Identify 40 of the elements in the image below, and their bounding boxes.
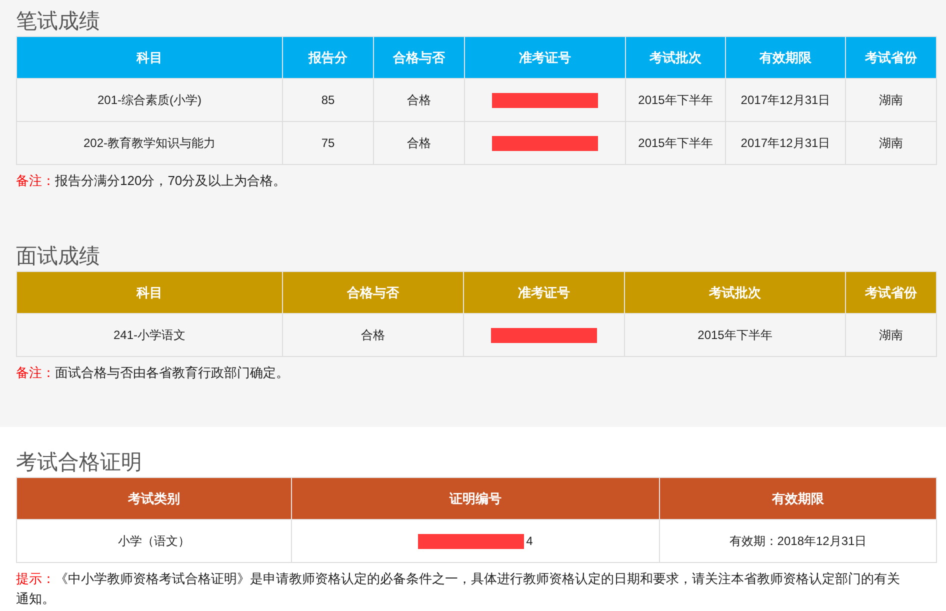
table-cell-text: 2017年12月31日 [740,136,830,150]
column-header: 考试省份 [846,36,936,78]
section-title: 面试成绩 [16,244,101,270]
column-header: 有效期限 [660,478,936,520]
table-cell-text: 85 [321,93,335,107]
table-cell-text: 2015年下半年 [698,328,772,342]
column-header: 考试批次 [626,36,726,78]
note-text: 备注：面试合格与否由各省教育行政部门确定。 [16,364,290,382]
table-cell-text: 合格 [407,136,431,150]
column-header: 考试省份 [846,272,936,314]
column-header: 准考证号 [464,272,624,314]
column-header: 证明编号 [292,478,660,520]
table-cell-text: 202-教育教学知识与能力 [83,136,216,150]
section-title: 考试合格证明 [16,450,143,476]
table-cell-text: 4 [526,533,533,550]
column-header: 科目 [16,272,282,314]
column-header: 报告分 [282,36,374,78]
column-header: 科目 [16,36,282,78]
table-cell-text: 合格 [407,93,431,107]
column-header: 考试批次 [624,272,846,314]
table-cell-text: 2017年12月31日 [740,93,830,107]
table-cell-text: 75 [321,136,335,150]
section-title: 笔试成绩 [16,9,101,35]
table-cell-text: 201-综合素质(小学) [97,93,202,107]
column-header: 考试类别 [16,478,292,520]
table-cell-text: 有效期：2018年12月31日 [729,534,867,548]
table-cell-text: 2015年下半年 [638,136,713,150]
table-cell-text: 2015年下半年 [638,93,713,107]
column-header: 有效期限 [726,36,846,78]
table-cell-text: 湖南 [879,136,903,150]
table-cell-text: 湖南 [879,328,903,342]
note-text: 提示：《中小学教师资格考试合格证明》是申请教师资格认定的必备条件之一，具体进行教师资格认定的日期和要求，请关注本省教师资格认定部门的有关通知。 [16,570,901,608]
table-cell-text: 241-小学语文 [113,328,186,342]
note-text: 备注：报告分满分120分，70分及以上为合格。 [16,172,288,190]
column-header: 合格与否 [282,272,464,314]
table-cell-text: 合格 [361,328,385,342]
table-cell-text: 湖南 [879,93,903,107]
column-header: 合格与否 [374,36,464,78]
table-cell-text: 小学（语文） [118,534,190,548]
column-header: 准考证号 [464,36,626,78]
